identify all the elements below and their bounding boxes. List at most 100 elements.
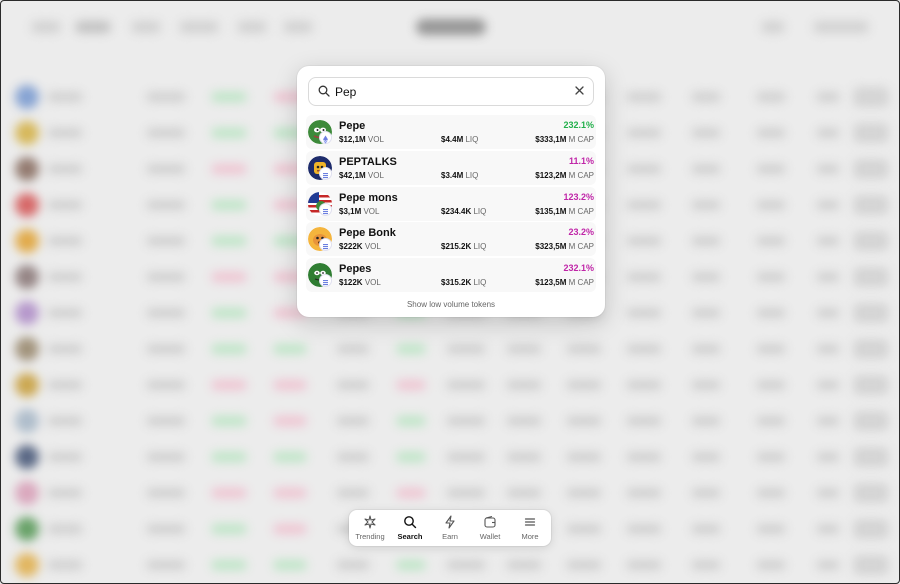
blurred-cell <box>816 524 840 534</box>
token-market-cap: $323,5M M CAP <box>535 242 594 252</box>
token-change: 232.1% <box>563 120 594 130</box>
blurred-cell <box>146 488 186 498</box>
nav-item-earn[interactable]: Earn <box>430 510 470 546</box>
token-volume: $122K VOL <box>339 278 381 288</box>
search-icon <box>318 85 330 97</box>
blurred-cell <box>756 128 786 138</box>
blurred-avatar <box>15 445 39 469</box>
blurred-cell <box>211 164 247 174</box>
token-liquidity: $3.4M LIQ <box>441 170 479 180</box>
blurred-cell <box>446 416 486 426</box>
blurred-cell <box>816 236 840 246</box>
token-volume: $222K VOL <box>339 242 381 252</box>
blurred-cell <box>626 560 662 570</box>
blurred-cell <box>211 128 247 138</box>
blurred-row-button <box>853 231 889 251</box>
blurred-cell <box>336 416 370 426</box>
blurred-cell <box>691 416 721 426</box>
blurred-cell <box>211 488 247 498</box>
blurred-cell <box>756 380 786 390</box>
blurred-cell <box>626 128 662 138</box>
blurred-table-row <box>1 367 899 403</box>
blurred-avatar <box>15 337 39 361</box>
token-change: 123.2% <box>563 191 594 202</box>
token-name: Pepe mons <box>339 191 398 204</box>
token-liquidity: $215.2K LIQ <box>441 242 487 252</box>
blurred-avatar <box>15 193 39 217</box>
blurred-cell <box>756 488 786 498</box>
blurred-cell <box>146 200 186 210</box>
blurred-cell <box>211 416 247 426</box>
blurred-cell <box>626 380 662 390</box>
blurred-cell <box>273 416 307 426</box>
blurred-cell <box>566 488 602 498</box>
blurred-cell <box>816 92 840 102</box>
token-market-cap: $135,1M M CAP <box>535 206 594 216</box>
blurred-cell <box>47 452 83 462</box>
blurred-cell <box>146 344 186 354</box>
token-name: Pepe Bonk <box>339 227 396 240</box>
blurred-row-button <box>853 267 889 287</box>
token-market-cap: $333,1M M CAP <box>535 135 594 144</box>
token-volume: $42,1M VOL <box>339 170 384 180</box>
blurred-cell <box>691 236 721 246</box>
blurred-cell <box>756 164 786 174</box>
solana-icon <box>320 275 331 287</box>
nav-item-wallet[interactable]: Wallet <box>470 510 510 546</box>
blurred-row-button <box>853 303 889 323</box>
blurred-table-row <box>1 439 899 475</box>
search-result-row[interactable]: PEPTALKS $42,1M VOL $3.4M LIQ 11.1% $123… <box>306 150 596 185</box>
search-modal: Pepe $12,1M VOL $4.4M LIQ 232.1% $333,1M… <box>297 66 605 317</box>
blurred-cell <box>146 92 186 102</box>
search-result-row[interactable]: Pepe mons $3,1M VOL $234.4K LIQ 123.2% $… <box>306 186 596 221</box>
nav-item-search[interactable]: Search <box>390 510 430 546</box>
nav-item-more[interactable]: More <box>510 510 550 546</box>
wallet-icon <box>484 515 496 528</box>
nav-item-trending[interactable]: Trending <box>350 510 390 546</box>
blurred-cell <box>211 236 247 246</box>
token-change: 232.1% <box>563 263 594 274</box>
token-market-cap: $123,2M M CAP <box>535 170 594 180</box>
blurred-cell <box>566 344 602 354</box>
blurred-cell <box>691 452 721 462</box>
close-icon[interactable] <box>574 85 585 96</box>
blurred-cell <box>816 164 840 174</box>
blurred-cell <box>146 524 186 534</box>
blurred-cell <box>146 308 186 318</box>
search-result-row[interactable]: Pepe Bonk $222K VOL $215.2K LIQ 23.2% $3… <box>306 222 596 257</box>
blurred-cell <box>626 308 662 318</box>
show-low-volume-tokens-link[interactable]: Show low volume tokens <box>297 300 605 309</box>
blurred-cell <box>691 524 721 534</box>
blurred-cell <box>146 128 186 138</box>
blurred-cell <box>626 524 662 534</box>
blurred-cell <box>691 164 721 174</box>
trending-icon <box>364 515 376 529</box>
search-result-row[interactable]: Pepes $122K VOL $315.2K LIQ 232.1% $123,… <box>306 258 596 293</box>
token-change: 23.2% <box>568 227 594 238</box>
search-box[interactable] <box>308 77 594 106</box>
search-result-row[interactable]: Pepe $12,1M VOL $4.4M LIQ 232.1% $333,1M… <box>306 115 596 149</box>
search-input[interactable] <box>335 82 565 101</box>
blurred-cell <box>691 200 721 210</box>
blurred-cell <box>691 272 721 282</box>
blurred-cell <box>756 344 786 354</box>
blurred-cell <box>446 488 486 498</box>
blurred-cell <box>816 128 840 138</box>
blurred-cell <box>626 488 662 498</box>
blurred-cell <box>47 200 83 210</box>
blurred-avatar <box>15 481 39 505</box>
blurred-cell <box>47 560 83 570</box>
token-name: Pepes <box>339 263 372 276</box>
blurred-avatar <box>15 157 39 181</box>
blurred-table-row <box>1 547 899 583</box>
lightning-icon <box>445 515 455 529</box>
blurred-avatar <box>15 301 39 325</box>
blurred-avatar <box>15 229 39 253</box>
blurred-cell <box>626 344 662 354</box>
blurred-table-row <box>1 331 899 367</box>
token-change: 11.1% <box>568 155 594 166</box>
blurred-cell <box>626 416 662 426</box>
blurred-cell <box>396 380 426 390</box>
blurred-row-button <box>853 411 889 431</box>
token-name: Pepe <box>339 120 366 132</box>
